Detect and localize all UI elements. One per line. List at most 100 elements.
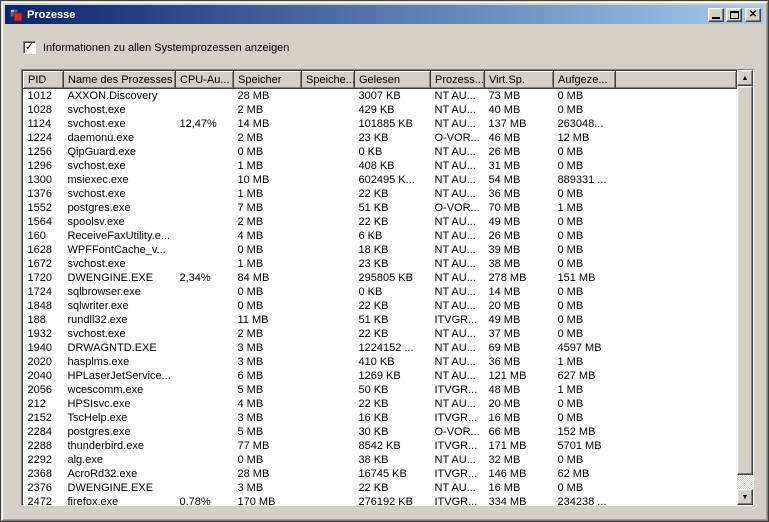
scrollbar-thumb[interactable]: [737, 86, 753, 475]
cell-speiche2: [302, 453, 355, 467]
table-row[interactable]: 188rundll32.exe11 MB51 KBITVGR...49 MB0 …: [24, 313, 737, 327]
process-table: PIDName des ProzessesCPU-Au...SpeicherSp…: [23, 71, 737, 505]
table-row[interactable]: 1628WPFFontCache_v...0 MB18 KBNT AU...39…: [24, 243, 737, 257]
cell-virtsp: 37 MB: [485, 327, 554, 341]
cell-pid: 2152: [24, 411, 64, 425]
cell-prozess: NT AU...: [431, 159, 485, 173]
cell-name: AcroRd32.exe: [64, 467, 176, 481]
table-row[interactable]: 1672svchost.exe1 MB23 KBNT AU...38 MB0 M…: [24, 257, 737, 271]
column-header-virtsp[interactable]: Virt.Sp.: [485, 72, 554, 89]
table-row[interactable]: 1224daemonu.exe2 MB23 KBO-VOR...46 MB12 …: [24, 131, 737, 145]
cell-prozess: O-VOR...: [431, 201, 485, 215]
checkbox-label: Informationen zu allen Systemprozessen a…: [43, 42, 289, 54]
scroll-down-button[interactable]: ▼: [737, 489, 753, 505]
cell-aufgeze: 0 MB: [554, 89, 616, 104]
cell-blank: [616, 257, 737, 271]
cell-blank: [616, 173, 737, 187]
table-row[interactable]: 2376DWENGINE.EXE3 MB22 KBNT AU...16 MB0 …: [24, 481, 737, 495]
cell-virtsp: 121 MB: [485, 369, 554, 383]
cell-cpu: [176, 341, 234, 355]
maximize-button[interactable]: [726, 8, 742, 22]
table-row[interactable]: 2368AcroRd32.exe28 MB16745 KBITVGR...146…: [24, 467, 737, 481]
cell-virtsp: 39 MB: [485, 243, 554, 257]
column-header-prozess[interactable]: Prozess...: [431, 72, 485, 89]
check-glyph: ✓: [25, 42, 34, 53]
table-row[interactable]: 2288thunderbird.exe77 MB8542 KBITVGR...1…: [24, 439, 737, 453]
cell-speiche2: [302, 411, 355, 425]
table-row[interactable]: 2056wcescomm.exe5 MB50 KBITVGR...48 MB1 …: [24, 383, 737, 397]
cell-speicher: 84 MB: [234, 271, 302, 285]
column-header-name[interactable]: Name des Prozesses: [64, 72, 176, 89]
table-row[interactable]: 1552postgres.exe7 MB51 KBO-VOR...70 MB1 …: [24, 201, 737, 215]
process-list: PIDName des ProzessesCPU-Au...SpeicherSp…: [21, 69, 754, 506]
cell-prozess: O-VOR...: [431, 131, 485, 145]
cell-speicher: 3 MB: [234, 411, 302, 425]
table-row[interactable]: 2020hasplms.exe3 MB410 KBNT AU...36 MB1 …: [24, 355, 737, 369]
table-row[interactable]: 1848sqlwriter.exe0 MB22 KBNT AU...20 MB0…: [24, 299, 737, 313]
cell-pid: 1628: [24, 243, 64, 257]
table-row[interactable]: 1300msiexec.exe10 MB602495 K...NT AU...5…: [24, 173, 737, 187]
column-header-speiche2[interactable]: Speiche...: [302, 72, 355, 89]
checkbox-check-icon[interactable]: ✓: [23, 41, 36, 54]
table-row[interactable]: 1256QipGuard.exe0 MB0 KBNT AU...26 MB0 M…: [24, 145, 737, 159]
table-row[interactable]: 2152TscHelp.exe3 MB16 KBITVGR...16 MB0 M…: [24, 411, 737, 425]
cell-cpu: [176, 481, 234, 495]
column-header-pid[interactable]: PID: [24, 72, 64, 89]
column-header-gelesen[interactable]: Gelesen: [355, 72, 431, 89]
cell-prozess: NT AU...: [431, 299, 485, 313]
close-icon: ✕: [749, 10, 757, 20]
column-header-aufgeze[interactable]: Aufgeze...: [554, 72, 616, 89]
cell-gelesen: 30 KB: [355, 425, 431, 439]
cell-aufgeze: 0 MB: [554, 159, 616, 173]
cell-speicher: 2 MB: [234, 103, 302, 117]
table-row[interactable]: 1564spoolsv.exe2 MB22 KBNT AU...49 MB0 M…: [24, 215, 737, 229]
cell-cpu: [176, 411, 234, 425]
cell-speiche2: [302, 89, 355, 104]
cell-prozess: NT AU...: [431, 257, 485, 271]
cell-virtsp: 73 MB: [485, 89, 554, 104]
cell-virtsp: 48 MB: [485, 383, 554, 397]
cell-virtsp: 40 MB: [485, 103, 554, 117]
titlebar[interactable]: Prozesse ✕: [5, 5, 764, 24]
table-row[interactable]: 1932svchost.exe2 MB22 KBNT AU...37 MB0 M…: [24, 327, 737, 341]
minimize-button[interactable]: [708, 8, 724, 22]
table-row[interactable]: 1296svchost.exe1 MB408 KBNT AU...31 MB0 …: [24, 159, 737, 173]
table-row[interactable]: 1940DRWAGNTD.EXE3 MB1224152 ...NT AU...6…: [24, 341, 737, 355]
cell-aufgeze: 627 MB: [554, 369, 616, 383]
cell-gelesen: 6 KB: [355, 229, 431, 243]
table-row[interactable]: 2284postgres.exe5 MB30 KBO-VOR...66 MB15…: [24, 425, 737, 439]
column-header-speicher[interactable]: Speicher: [234, 72, 302, 89]
close-button[interactable]: ✕: [745, 8, 761, 22]
table-row[interactable]: 160ReceiveFaxUtility.e...4 MB6 KBNT AU..…: [24, 229, 737, 243]
table-row[interactable]: 1724sqlbrowser.exe0 MB0 KBNT AU...14 MB0…: [24, 285, 737, 299]
vertical-scrollbar[interactable]: ▲ ▼: [737, 70, 753, 505]
cell-aufgeze: 4597 MB: [554, 341, 616, 355]
cell-virtsp: 278 MB: [485, 271, 554, 285]
cell-cpu: [176, 215, 234, 229]
table-row[interactable]: 2292alg.exe0 MB38 KBNT AU...32 MB0 MB: [24, 453, 737, 467]
cell-virtsp: 69 MB: [485, 341, 554, 355]
cell-pid: 1256: [24, 145, 64, 159]
table-row[interactable]: 1720DWENGINE.EXE2,34%84 MB295805 KBNT AU…: [24, 271, 737, 285]
cell-speiche2: [302, 467, 355, 481]
cell-gelesen: 22 KB: [355, 299, 431, 313]
table-row[interactable]: 2472firefox.exe0,78%170 MB276192 KBITVGR…: [24, 495, 737, 505]
table-row[interactable]: 1012AXXON.Discovery28 MB3007 KBNT AU...7…: [24, 89, 737, 104]
cell-pid: 1940: [24, 341, 64, 355]
table-row[interactable]: 2040HPLaserJetService...6 MB1269 KBNT AU…: [24, 369, 737, 383]
show-all-system-processes-checkbox[interactable]: ✓ Informationen zu allen Systemprozessen…: [23, 41, 289, 54]
table-row[interactable]: 1124svchost.exe12,47%14 MB101885 KBNT AU…: [24, 117, 737, 131]
table-row[interactable]: 1376svchost.exe1 MB22 KBNT AU...36 MB0 M…: [24, 187, 737, 201]
cell-gelesen: 602495 K...: [355, 173, 431, 187]
cell-speiche2: [302, 481, 355, 495]
column-header-cpu[interactable]: CPU-Au...: [176, 72, 234, 89]
window-title: Prozesse: [27, 9, 706, 21]
table-row[interactable]: 212HPSIsvc.exe4 MB22 KBNT AU...20 MB0 MB: [24, 397, 737, 411]
cell-speiche2: [302, 173, 355, 187]
cell-gelesen: 276192 KB: [355, 495, 431, 505]
column-header-blank[interactable]: [616, 72, 737, 89]
cell-gelesen: 22 KB: [355, 327, 431, 341]
table-row[interactable]: 1028svchost.exe2 MB429 KBNT AU...40 MB0 …: [24, 103, 737, 117]
scroll-up-button[interactable]: ▲: [737, 70, 753, 86]
cell-prozess: NT AU...: [431, 117, 485, 131]
